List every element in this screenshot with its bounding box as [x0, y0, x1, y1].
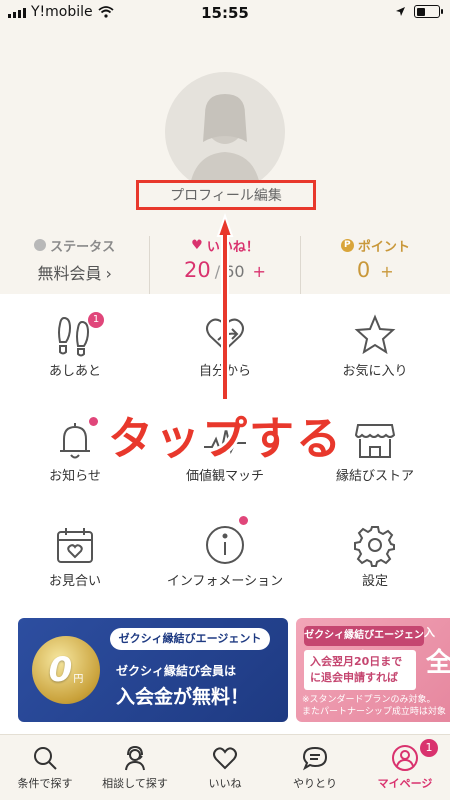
user-circle-icon — [392, 745, 418, 771]
banner2-note: ※スタンダードプランのみ対象。 またパートナーシップ成立時は対象 — [302, 694, 446, 718]
info-icon — [206, 526, 244, 564]
banner2-note-line1: ※スタンダードプランのみ対象。 — [302, 695, 436, 705]
status-stat-value-row: 無料会員 › — [0, 260, 149, 284]
likes-max: 60 — [224, 262, 245, 281]
likes-stat-header: ♥ いいね！ — [150, 236, 299, 255]
points-stat-header: P ポイント — [301, 236, 450, 255]
banner2-side-small: 入 — [424, 626, 435, 639]
tab-label-search: 条件で探す — [17, 777, 73, 790]
avatar[interactable] — [165, 72, 285, 192]
tab-consult-search[interactable]: 相談して探す — [90, 735, 180, 800]
agent-banner-primary[interactable]: 0 円 ゼクシィ縁結びエージェント ゼクシィ縁結び会員は 入会金が無料！ — [18, 618, 288, 722]
status-stat-label: ステータス — [50, 239, 116, 255]
tab-label-likes: いいね — [208, 777, 242, 790]
banner2-note-line2: またパートナーシップ成立時は対象 — [302, 707, 446, 717]
tab-search-by-conditions[interactable]: 条件で探す — [0, 735, 90, 800]
menu-item-footprints[interactable]: 1 あしあと — [0, 294, 150, 399]
gear-icon — [354, 526, 395, 567]
yen-unit: 円 — [73, 673, 84, 685]
likes-stat-label: いいね！ — [206, 239, 259, 255]
avatar-placeholder-icon — [189, 94, 261, 192]
status-bar: Y!mobile 15:55 — [0, 0, 450, 26]
profile-edit-label: プロフィール編集 — [170, 188, 282, 204]
tab-label-messages: やりとり — [293, 777, 337, 790]
battery-icon — [414, 5, 443, 18]
banner2-box-line2: に退会申請すれば — [310, 671, 398, 684]
menu-label-favorites: お気に入り — [342, 364, 408, 379]
status-gear-icon — [34, 239, 47, 251]
tab-messages[interactable]: やりとり — [270, 735, 360, 800]
menu-label-footprints: あしあと — [48, 364, 101, 379]
notifications-dot — [89, 417, 98, 426]
banner-strip: 0 円 ゼクシィ縁結びエージェント ゼクシィ縁結び会員は 入会金が無料！ ゼクシ… — [0, 608, 450, 734]
likes-plus-button[interactable]: + — [253, 262, 266, 281]
information-dot — [239, 516, 248, 525]
menu-label-meetings: お見合い — [48, 574, 101, 589]
tab-label-my-page: マイページ — [377, 777, 433, 790]
banner2-box-line1: 入会翌月20日まで — [310, 655, 403, 668]
points-plus-button[interactable]: + — [380, 262, 393, 281]
chat-bubble-icon — [302, 746, 328, 771]
menu-label-information: インフォメーション — [166, 574, 284, 589]
profile-header: プロフィール編集 ステータス 無料会員 › ♥ いいね！ 20 / 60 + P… — [0, 26, 450, 294]
banner2-brand: ゼクシィ縁結びエージェント — [304, 626, 424, 661]
banner-line1: ゼクシィ縁結び会員は — [116, 664, 237, 678]
footprints-badge: 1 — [88, 312, 104, 328]
menu-item-information[interactable]: インフォメーション — [150, 504, 300, 609]
calendar-heart-icon — [57, 528, 93, 563]
likes-stat[interactable]: ♥ いいね！ 20 / 60 + — [149, 236, 299, 294]
annotation-tap-label: タップする — [108, 412, 344, 465]
menu-item-settings[interactable]: 設定 — [300, 504, 450, 609]
points-coin-icon: P — [340, 238, 354, 252]
heart-outline-icon — [213, 747, 237, 770]
my-page-badge: 1 — [420, 739, 438, 757]
store-icon — [354, 424, 396, 458]
clock: 15:55 — [201, 4, 249, 22]
menu-label-notifications: お知らせ — [49, 469, 101, 484]
menu-item-sent-likes[interactable]: 自分から — [150, 294, 300, 399]
status-right — [395, 5, 443, 18]
likes-stat-value-row: 20 / 60 + — [150, 258, 299, 282]
location-arrow-icon — [396, 7, 405, 16]
menu-label-settings: 設定 — [361, 574, 388, 589]
headset-person-icon — [125, 745, 145, 771]
likes-current: 20 — [184, 258, 211, 282]
menu-label-values-match: 価値観マッチ — [185, 469, 264, 484]
menu-item-meetings[interactable]: お見合い — [0, 504, 150, 609]
zero-yen-medal: 0 円 — [32, 636, 100, 704]
status-stat[interactable]: ステータス 無料会員 › — [0, 236, 149, 294]
points-stat[interactable]: P ポイント 0 + — [299, 236, 450, 294]
points-stat-label: ポイント — [357, 239, 410, 255]
banner2-side-big: 全 — [426, 648, 450, 678]
points-value: 0 — [356, 258, 371, 282]
agent-banner-secondary[interactable]: ゼクシィ縁結びエージェント 入会翌月20日まで に退会申請すれば ※スタンダード… — [296, 618, 450, 722]
tab-my-page[interactable]: マイページ 1 — [360, 735, 450, 800]
heart-icon: ♥ — [191, 237, 203, 253]
menu-item-favorites[interactable]: お気に入り — [300, 294, 450, 399]
zero-value: 0 — [48, 650, 73, 690]
menu-label-sent-likes: 自分から — [198, 364, 251, 379]
status-stat-value: 無料会員 — [37, 264, 102, 283]
likes-separator: / — [214, 262, 221, 281]
star-icon — [354, 314, 396, 355]
chevron-right-icon: › — [105, 264, 112, 283]
tab-label-consult: 相談して探す — [102, 777, 168, 790]
search-icon — [34, 747, 57, 770]
banner-brand: ゼクシィ縁結びエージェント — [110, 628, 270, 650]
menu-label-store: 縁結びストア — [335, 469, 414, 484]
banner-line2: 入会金が無料！ — [116, 686, 250, 708]
profile-edit-button[interactable]: プロフィール編集 — [136, 180, 316, 210]
heart-arrow-icon — [206, 318, 244, 352]
stats-row: ステータス 無料会員 › ♥ いいね！ 20 / 60 + P ポイント 0 + — [0, 236, 450, 294]
status-stat-header: ステータス — [0, 236, 149, 255]
tab-likes[interactable]: いいね — [180, 735, 270, 800]
points-stat-value-row: 0 + — [301, 258, 450, 282]
banner2-box: 入会翌月20日まで に退会申請すれば — [304, 650, 416, 690]
bottom-tab-bar: 条件で探す 相談して探す いいね やりとり マイページ 1 — [0, 734, 450, 800]
